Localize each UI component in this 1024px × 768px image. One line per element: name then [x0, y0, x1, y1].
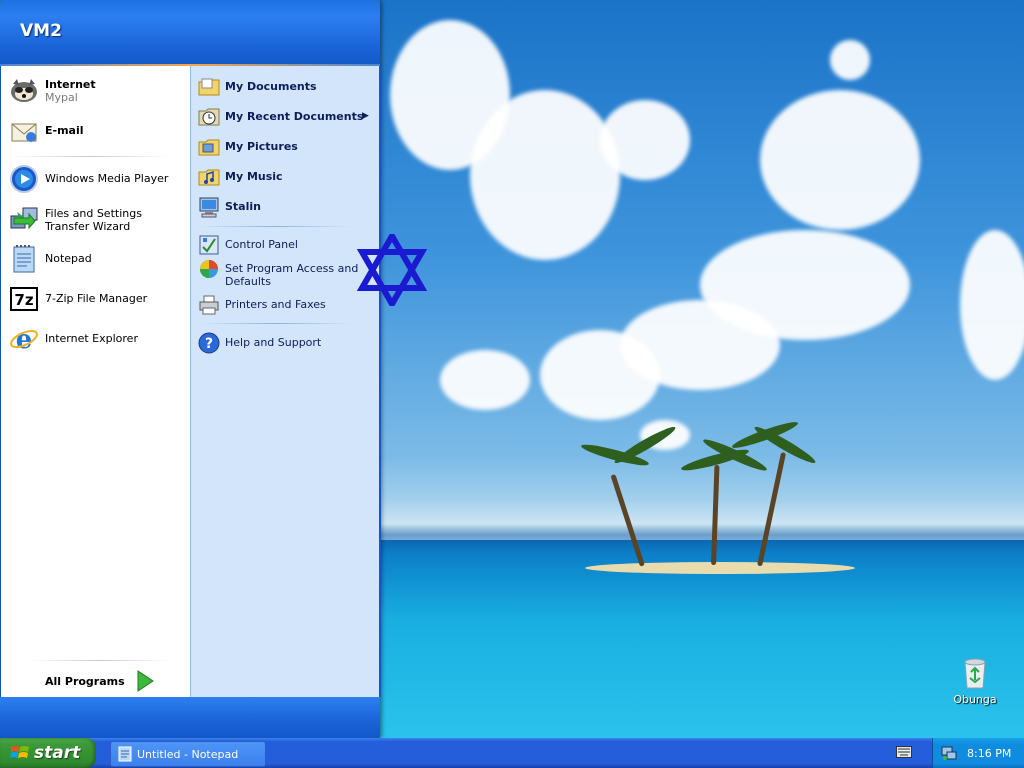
- folder-music-icon: [198, 166, 220, 188]
- separator: [198, 323, 353, 324]
- recent-item-media-player[interactable]: Windows Media Player: [8, 163, 186, 195]
- start-menu-footer: [0, 697, 380, 738]
- place-item-my-computer[interactable]: Stalin: [198, 196, 374, 218]
- place-item-my-documents[interactable]: My Documents: [198, 76, 374, 98]
- help-label: Help and Support: [225, 336, 322, 349]
- taskbar-button-notepad[interactable]: Untitled - Notepad: [110, 741, 266, 767]
- recent-item-7zip[interactable]: 7z 7-Zip File Manager: [8, 283, 186, 315]
- recycle-bin-label: Obunga: [953, 693, 997, 706]
- recent-item-transfer-wizard[interactable]: Files and Settings Transfer Wizard: [8, 203, 186, 235]
- pinned-item-subtitle: Mypal: [45, 91, 78, 104]
- place-item-label: My Recent Documents: [225, 110, 364, 123]
- network-icon[interactable]: [941, 745, 957, 761]
- 7zip-icon: 7z: [8, 283, 40, 315]
- separator: [30, 660, 170, 661]
- cloud: [760, 90, 920, 230]
- ie-icon: e: [8, 323, 40, 355]
- notepad-icon: [118, 746, 132, 762]
- control-panel-icon: [198, 234, 220, 256]
- start-menu-right-panel: [190, 66, 381, 697]
- transfer-wizard-icon: [8, 203, 40, 235]
- mail-icon: [8, 116, 40, 148]
- start-button[interactable]: start: [0, 738, 96, 768]
- svg-text:?: ?: [205, 336, 213, 352]
- place-item-label: My Music: [225, 170, 283, 183]
- all-programs-label: All Programs: [45, 674, 125, 688]
- media-player-icon: [8, 163, 40, 195]
- cloud: [830, 40, 870, 80]
- folder-pictures-icon: [198, 136, 220, 158]
- cloud: [470, 90, 620, 260]
- system-item-label: Control Panel: [225, 238, 298, 251]
- recent-item-label: Files and Settings Transfer Wizard: [45, 207, 142, 233]
- place-item-recent-documents[interactable]: My Recent Documents ▶: [198, 106, 374, 128]
- cloud: [440, 350, 530, 410]
- pinned-item-email[interactable]: E-mail: [8, 116, 186, 148]
- svg-text:e: e: [16, 325, 33, 354]
- system-item-printers[interactable]: Printers and Faxes: [198, 294, 374, 316]
- place-item-my-pictures[interactable]: My Pictures: [198, 136, 374, 158]
- place-item-label: Stalin: [225, 200, 261, 213]
- taskbar-button-label: Untitled - Notepad: [137, 747, 239, 761]
- cloud: [960, 230, 1024, 380]
- computer-icon: [198, 196, 220, 218]
- place-item-label: My Pictures: [225, 140, 298, 153]
- cloud: [600, 100, 690, 180]
- start-menu: VM2 Internet Mypal E-mail Windows Media …: [0, 0, 381, 738]
- submenu-arrow-icon: ▶: [362, 111, 369, 121]
- program-defaults-icon: [198, 258, 220, 280]
- recycle-bin[interactable]: Obunga: [948, 656, 1002, 706]
- system-item-program-defaults[interactable]: Set Program Access and Defaults: [198, 258, 374, 288]
- keyboard-icon[interactable]: [896, 746, 912, 758]
- pinned-item-title: E-mail: [45, 124, 84, 137]
- pinned-item-internet[interactable]: Internet Mypal: [8, 74, 186, 106]
- recycle-bin-icon: [964, 658, 986, 689]
- system-item-control-panel[interactable]: Control Panel: [198, 234, 374, 256]
- recent-item-label: 7-Zip File Manager: [45, 292, 148, 305]
- green-arrow-icon: [137, 670, 154, 692]
- printer-icon: [198, 294, 220, 316]
- start-label: start: [34, 743, 81, 763]
- notepad-icon: [8, 243, 40, 275]
- place-item-label: My Documents: [225, 80, 317, 93]
- recent-item-label: Notepad: [45, 252, 92, 265]
- folder-documents-icon: [198, 76, 220, 98]
- cloud: [540, 330, 660, 420]
- start-menu-left-panel: [0, 66, 191, 697]
- recent-item-notepad[interactable]: Notepad: [8, 243, 186, 275]
- user-name: VM2: [20, 21, 62, 41]
- recent-item-label: Windows Media Player: [45, 172, 169, 185]
- raccoon-browser-icon: [8, 74, 40, 106]
- svg-text:7z: 7z: [14, 291, 33, 309]
- help-and-support-item[interactable]: ? Help and Support: [198, 332, 374, 354]
- recent-docs-icon: [198, 106, 220, 128]
- help-icon: ?: [198, 332, 220, 354]
- pinned-item-title: Internet: [45, 78, 96, 91]
- system-item-label: Set Program Access and Defaults: [225, 262, 359, 288]
- system-item-label: Printers and Faxes: [225, 298, 326, 311]
- recent-item-label: Internet Explorer: [45, 332, 138, 345]
- all-programs-button[interactable]: All Programs: [45, 670, 155, 692]
- separator: [198, 226, 353, 227]
- system-tray: 8:16 PM: [932, 738, 1024, 768]
- place-item-my-music[interactable]: My Music: [198, 166, 374, 188]
- separator: [10, 156, 170, 157]
- windows-logo-icon: [10, 746, 29, 758]
- island: [585, 562, 855, 574]
- star-of-david-icon: [356, 234, 428, 306]
- clock[interactable]: 8:16 PM: [967, 747, 1011, 760]
- horizon: [380, 500, 1024, 540]
- start-menu-header: VM2: [0, 0, 380, 64]
- recent-item-internet-explorer[interactable]: e Internet Explorer: [8, 323, 186, 355]
